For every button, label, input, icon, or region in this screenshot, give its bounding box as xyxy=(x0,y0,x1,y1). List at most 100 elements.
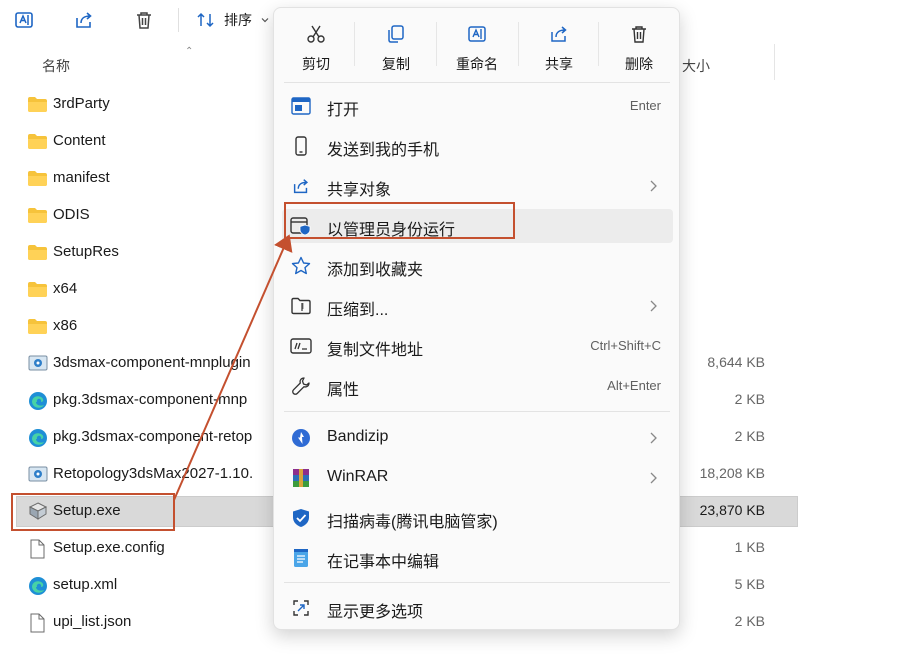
menu-item-label: WinRAR xyxy=(327,468,389,485)
rename-button[interactable]: 重命名 xyxy=(447,16,507,76)
menu-item-add-favorites[interactable]: 添加到收藏夹 xyxy=(282,249,673,283)
copy-button[interactable]: 复制 xyxy=(366,16,426,76)
notepad-icon xyxy=(290,548,312,568)
quick-divider xyxy=(436,22,437,66)
menu-item-show-more[interactable]: 显示更多选项 xyxy=(282,591,673,625)
file-size: 23,870 KB xyxy=(699,502,765,518)
cut-label: 剪切 xyxy=(302,56,330,72)
menu-item-label: 以管理员身份运行 xyxy=(327,222,456,239)
menu-item-label: 扫描病毒(腾讯电脑管家) xyxy=(327,514,498,531)
toolbar-divider xyxy=(178,8,179,32)
menu-item-run-as-admin[interactable]: 以管理员身份运行 xyxy=(282,209,673,243)
quick-divider xyxy=(354,22,355,66)
sort-label: 排序 xyxy=(224,12,252,28)
menu-item-send-to-phone[interactable]: 发送到我的手机 xyxy=(282,129,673,163)
edge-icon xyxy=(28,391,48,410)
file-name: pkg.3dsmax-component-mnp xyxy=(53,391,248,408)
menu-item-label: 打开 xyxy=(327,102,360,119)
phone-icon xyxy=(290,136,312,156)
trash-icon xyxy=(632,26,646,43)
document-icon xyxy=(28,613,48,633)
star-icon xyxy=(290,256,312,276)
share-button[interactable]: 共享 xyxy=(529,16,589,76)
delete-toolbar-button[interactable] xyxy=(130,6,158,34)
file-name: upi_list.json xyxy=(53,613,132,630)
menu-item-winrar[interactable]: WinRAR xyxy=(282,461,673,495)
file-name: x64 xyxy=(53,280,78,297)
file-size: 2 KB xyxy=(734,428,765,444)
chevron-right-icon xyxy=(650,432,657,444)
folder-icon xyxy=(28,95,48,113)
folder-icon xyxy=(28,317,48,335)
file-name: x86 xyxy=(53,317,78,334)
rename-toolbar-button[interactable] xyxy=(10,6,38,34)
file-name: Content xyxy=(53,132,106,149)
rename-icon xyxy=(468,26,486,42)
file-size: 5 KB xyxy=(734,576,765,592)
menu-divider xyxy=(284,582,670,583)
menu-item-label: 压缩到... xyxy=(327,302,389,319)
sort-icon xyxy=(197,12,214,28)
menu-item-compress-to[interactable]: 压缩到... xyxy=(282,289,673,323)
admin-shield-icon xyxy=(290,216,312,236)
menu-item-label: 在记事本中编辑 xyxy=(327,554,440,571)
folder-icon xyxy=(28,243,48,261)
installer-icon xyxy=(28,354,48,372)
menu-item-edit-notepad[interactable]: 在记事本中编辑 xyxy=(282,541,673,575)
menu-item-open[interactable]: 打开 Enter xyxy=(282,89,673,123)
file-size: 2 KB xyxy=(734,391,765,407)
menu-item-share-with[interactable]: 共享对象 xyxy=(282,169,673,203)
menu-item-label: 共享对象 xyxy=(327,182,392,199)
sort-button[interactable]: 排序 xyxy=(196,8,270,32)
chevron-down-icon xyxy=(261,18,269,23)
menu-item-bandizip[interactable]: Bandizip xyxy=(282,421,673,455)
menu-divider xyxy=(284,82,670,83)
folder-icon xyxy=(28,280,48,298)
folder-icon xyxy=(28,132,48,150)
cut-button[interactable]: 剪切 xyxy=(286,16,346,76)
sort-caret-icon: ⌃ xyxy=(185,46,194,57)
chevron-right-icon xyxy=(650,180,657,192)
document-icon xyxy=(28,539,48,559)
delete-button[interactable]: 删除 xyxy=(609,16,669,76)
share-label: 共享 xyxy=(545,56,573,72)
chevron-right-icon xyxy=(650,300,657,312)
file-size: 8,644 KB xyxy=(707,354,765,370)
column-divider[interactable] xyxy=(774,44,775,80)
file-size: 1 KB xyxy=(734,539,765,555)
copy-icon xyxy=(388,25,404,43)
file-name: 3rdParty xyxy=(53,95,110,112)
file-name: Retopology3dsMax2027-1.10. xyxy=(53,465,254,482)
menu-item-copy-path[interactable]: 复制文件地址 Ctrl+Shift+C xyxy=(282,329,673,363)
context-quick-actions: 剪切 复制 重命名 共享 删除 xyxy=(274,8,679,82)
menu-item-label: 复制文件地址 xyxy=(327,342,424,359)
menu-item-label: 添加到收藏夹 xyxy=(327,262,424,279)
quick-divider xyxy=(598,22,599,66)
quick-divider xyxy=(518,22,519,66)
menu-item-shortcut: Ctrl+Shift+C xyxy=(590,338,661,353)
menu-item-label: 发送到我的手机 xyxy=(327,142,440,159)
menu-item-label: 显示更多选项 xyxy=(327,604,424,621)
menu-item-label: Bandizip xyxy=(327,428,389,445)
delete-label: 删除 xyxy=(625,56,653,72)
menu-item-virus-scan[interactable]: 扫描病毒(腾讯电脑管家) xyxy=(282,501,673,535)
menu-item-properties[interactable]: 属性 Alt+Enter xyxy=(282,369,673,403)
file-name: Setup.exe.config xyxy=(53,539,165,556)
file-name: ODIS xyxy=(53,206,90,223)
exe-icon xyxy=(28,502,48,520)
bandizip-icon xyxy=(290,428,312,448)
column-name-header[interactable]: 名称 xyxy=(42,56,70,76)
file-size: 18,208 KB xyxy=(699,465,765,481)
file-name: 3dsmax-component-mnplugin xyxy=(53,354,251,371)
edge-icon xyxy=(28,576,48,595)
share-toolbar-button[interactable] xyxy=(70,6,98,34)
trash-icon xyxy=(137,12,151,29)
file-name: manifest xyxy=(53,169,110,186)
column-size-header[interactable]: 大小 xyxy=(682,56,710,76)
edge-icon xyxy=(28,428,48,447)
folder-icon xyxy=(28,169,48,187)
installer-icon xyxy=(28,465,48,483)
menu-item-label: 属性 xyxy=(327,382,360,399)
context-menu: 剪切 复制 重命名 共享 删除 打开 Enter 发送到我的手机 共享对象 以管… xyxy=(273,7,680,630)
open-app-icon xyxy=(290,96,312,116)
